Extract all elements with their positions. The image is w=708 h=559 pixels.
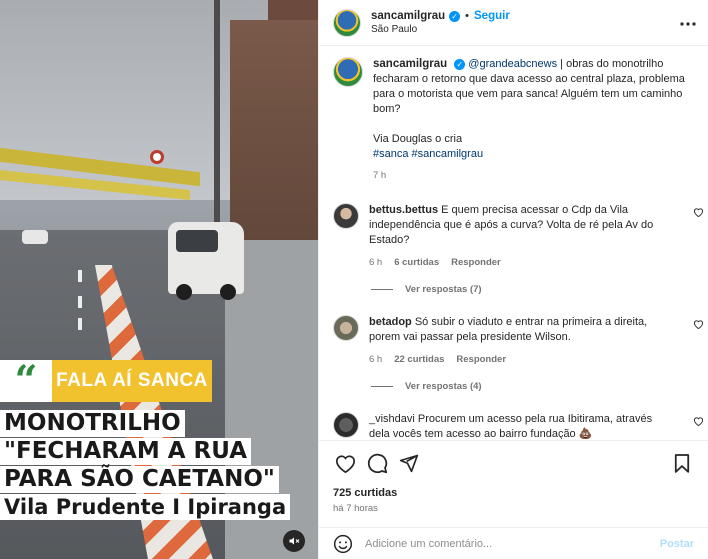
- post-video[interactable]: “ FALA AÍ SANCA MONOTRILHO "FECHARAM A R…: [0, 0, 318, 559]
- muted-speaker-icon[interactable]: [283, 530, 305, 552]
- comments-scroll[interactable]: sancamilgrau ✓ @grandeabcnews | obras do…: [319, 57, 708, 439]
- headline-line: "FECHARAM A RUA: [0, 438, 252, 465]
- avatar[interactable]: [333, 203, 359, 229]
- comment: betadop Só subir o viaduto e entrar na p…: [319, 315, 708, 367]
- post-caption: sancamilgrau ✓ @grandeabcnews | obras do…: [319, 57, 708, 183]
- video-lane-mark: [78, 296, 82, 308]
- video-lane-mark: [78, 270, 82, 282]
- likes-count[interactable]: 725 curtidas: [333, 487, 694, 499]
- view-replies-button[interactable]: Ver respostas (7): [371, 284, 708, 295]
- video-car: [22, 230, 48, 244]
- view-replies-label[interactable]: Ver respostas (7): [405, 284, 482, 295]
- share-icon[interactable]: [397, 451, 421, 475]
- replies-line: [371, 386, 393, 387]
- comment-time: 6 h: [369, 257, 383, 268]
- instagram-post-view: “ FALA AÍ SANCA MONOTRILHO "FECHARAM A R…: [0, 0, 708, 559]
- reply-button[interactable]: Responder: [451, 255, 501, 270]
- post-header: sancamilgrau ✓ • Seguir São Paulo: [319, 0, 708, 46]
- header-text: sancamilgrau ✓ • Seguir São Paulo: [371, 10, 510, 35]
- add-comment-bar: Postar: [319, 527, 708, 559]
- comment-username[interactable]: bettus.bettus: [369, 204, 438, 216]
- reply-button[interactable]: Responder: [456, 352, 506, 367]
- view-replies-button[interactable]: Ver respostas (4): [371, 381, 708, 392]
- comment-username[interactable]: _vishdavi: [369, 413, 415, 425]
- avatar[interactable]: [333, 57, 363, 87]
- view-replies-label[interactable]: Ver respostas (4): [405, 381, 482, 392]
- video-headline: MONOTRILHO "FECHARAM A RUA PARA SÃO CAET…: [0, 410, 318, 521]
- like-icon[interactable]: [333, 451, 357, 475]
- comment-like-icon[interactable]: [693, 319, 704, 332]
- headline-subline: Vila Prudente I Ipiranga: [0, 494, 291, 520]
- comment: _vishdavi Procurem um acesso pela rua Ib…: [319, 412, 708, 439]
- van-wheel: [220, 284, 236, 300]
- comment-time: 6 h: [369, 354, 383, 365]
- banner-label: FALA AÍ SANCA: [52, 360, 212, 402]
- post-panel: sancamilgrau ✓ • Seguir São Paulo sancam…: [318, 0, 708, 559]
- avatar[interactable]: [333, 412, 359, 438]
- comment: bettus.bettus E quem precisa acessar o C…: [319, 203, 708, 270]
- caption-time: 7 h: [373, 170, 387, 181]
- post-actions: 725 curtidas há 7 horas: [319, 440, 708, 514]
- emoji-icon[interactable]: [333, 534, 353, 554]
- comment-likes[interactable]: 6 curtidas: [394, 255, 439, 270]
- comment-icon[interactable]: [365, 451, 389, 475]
- caption-mention[interactable]: @grandeabcnews: [468, 58, 557, 70]
- comment-likes[interactable]: 22 curtidas: [394, 352, 444, 367]
- post-time: há 7 horas: [333, 503, 378, 514]
- separator-dot: •: [465, 10, 470, 22]
- save-bookmark-icon[interactable]: [670, 451, 694, 475]
- comment-like-icon[interactable]: [693, 207, 704, 220]
- header-username[interactable]: sancamilgrau: [371, 10, 445, 22]
- post-comment-button[interactable]: Postar: [660, 538, 694, 550]
- quote-mark-icon: “: [0, 360, 52, 402]
- fala-ai-banner: “ FALA AÍ SANCA: [0, 360, 212, 402]
- follow-button[interactable]: Seguir: [474, 10, 510, 22]
- comment-like-icon[interactable]: [693, 416, 704, 429]
- video-van: [168, 222, 244, 300]
- caption-hashtags[interactable]: #sanca #sancamilgrau: [373, 147, 693, 162]
- video-no-entry-sign: [150, 150, 164, 164]
- replies-line: [371, 289, 393, 290]
- location-link[interactable]: São Paulo: [371, 24, 510, 35]
- verified-badge-icon: ✓: [449, 10, 461, 22]
- video-lane-mark: [78, 318, 82, 330]
- verified-badge-icon: ✓: [454, 59, 466, 70]
- van-wheel: [176, 284, 192, 300]
- avatar[interactable]: [333, 8, 361, 37]
- caption-username[interactable]: sancamilgrau: [373, 58, 447, 70]
- comment-username[interactable]: betadop: [369, 316, 412, 328]
- comment-input[interactable]: [365, 537, 660, 550]
- headline-line: PARA SÃO CAETANO": [0, 466, 279, 493]
- more-options-icon[interactable]: [680, 13, 696, 31]
- avatar[interactable]: [333, 315, 359, 341]
- headline-line: MONOTRILHO: [0, 410, 185, 437]
- caption-credit: Via Douglas o cria: [373, 133, 463, 145]
